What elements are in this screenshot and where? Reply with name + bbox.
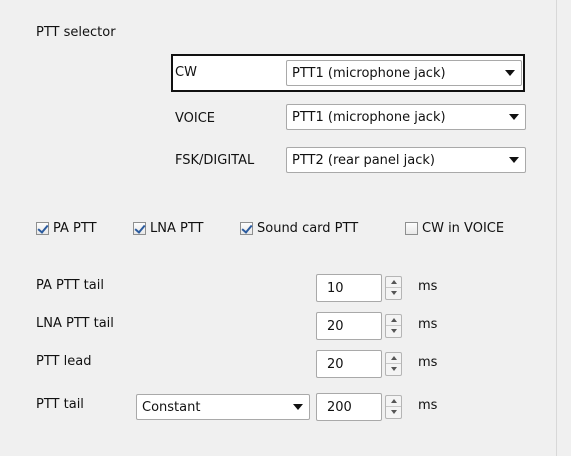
lna-ptt-tail-spinner[interactable] (385, 314, 402, 338)
chevron-down-icon (505, 70, 515, 76)
spin-up-icon[interactable] (386, 315, 401, 326)
section-title: PTT selector (36, 25, 116, 40)
spin-down-icon[interactable] (386, 407, 401, 418)
ptt-tail-mode-value: Constant (142, 399, 201, 415)
checkbox-checked-icon (240, 222, 253, 235)
ptt-tail-value: 200 (327, 399, 352, 415)
unit-label: ms (418, 317, 438, 332)
ptt-tail-mode-select[interactable]: Constant (136, 394, 310, 420)
lna-ptt-tail-label: LNA PTT tail (36, 316, 114, 331)
voice-ptt-value: PTT1 (microphone jack) (292, 109, 446, 125)
unit-label: ms (418, 398, 438, 413)
pa-ptt-tail-value: 10 (327, 280, 344, 296)
ptt-tail-input[interactable]: 200 (316, 393, 382, 421)
cw-ptt-select[interactable]: PTT1 (microphone jack) (286, 60, 522, 86)
ptt-lead-label: PTT lead (36, 354, 92, 369)
spin-down-icon[interactable] (386, 326, 401, 337)
sound-card-ptt-checkbox-label: Sound card PTT (257, 221, 359, 236)
chevron-down-icon (293, 404, 303, 410)
lna-ptt-checkbox-label: LNA PTT (150, 221, 204, 236)
ptt-lead-spinner[interactable] (385, 352, 402, 376)
checkbox-checked-icon (36, 222, 49, 235)
pa-ptt-tail-input[interactable]: 10 (316, 274, 382, 302)
fsk-digital-ptt-select[interactable]: PTT2 (rear panel jack) (286, 147, 526, 173)
chevron-down-icon (509, 157, 519, 163)
spin-down-icon[interactable] (386, 364, 401, 375)
ptt-settings-panel: PTT selector CW PTT1 (microphone jack) V… (0, 0, 557, 456)
spin-up-icon[interactable] (386, 353, 401, 364)
voice-label: VOICE (175, 111, 216, 126)
fsk-digital-label: FSK/DIGITAL (175, 153, 255, 168)
spin-up-icon[interactable] (386, 396, 401, 407)
checkbox-checked-icon (133, 222, 146, 235)
lna-ptt-tail-value: 20 (327, 318, 344, 334)
checkbox-unchecked-icon (405, 222, 418, 235)
unit-label: ms (418, 355, 438, 370)
unit-label: ms (418, 279, 438, 294)
voice-ptt-select[interactable]: PTT1 (microphone jack) (286, 104, 526, 130)
ptt-lead-input[interactable]: 20 (316, 350, 382, 378)
spin-up-icon[interactable] (386, 277, 401, 288)
sound-card-ptt-checkbox[interactable]: Sound card PTT (240, 221, 358, 236)
ptt-selector-group: CW PTT1 (microphone jack) VOICE PTT1 (mi… (171, 54, 529, 178)
ptt-tail-label: PTT tail (36, 397, 84, 412)
spin-down-icon[interactable] (386, 288, 401, 299)
ptt-tail-spinner[interactable] (385, 395, 402, 419)
chevron-down-icon (509, 114, 519, 120)
lna-ptt-checkbox[interactable]: LNA PTT (133, 221, 204, 236)
pa-ptt-checkbox[interactable]: PA PTT (36, 221, 97, 236)
pa-ptt-tail-spinner[interactable] (385, 276, 402, 300)
lna-ptt-tail-input[interactable]: 20 (316, 312, 382, 340)
cw-in-voice-checkbox[interactable]: CW in VOICE (405, 221, 504, 236)
cw-ptt-value: PTT1 (microphone jack) (292, 65, 446, 81)
ptt-lead-value: 20 (327, 356, 344, 372)
cw-label: CW (175, 65, 197, 80)
pa-ptt-tail-label: PA PTT tail (36, 278, 104, 293)
fsk-digital-ptt-value: PTT2 (rear panel jack) (292, 152, 435, 168)
pa-ptt-checkbox-label: PA PTT (53, 221, 97, 236)
cw-in-voice-checkbox-label: CW in VOICE (422, 221, 505, 236)
